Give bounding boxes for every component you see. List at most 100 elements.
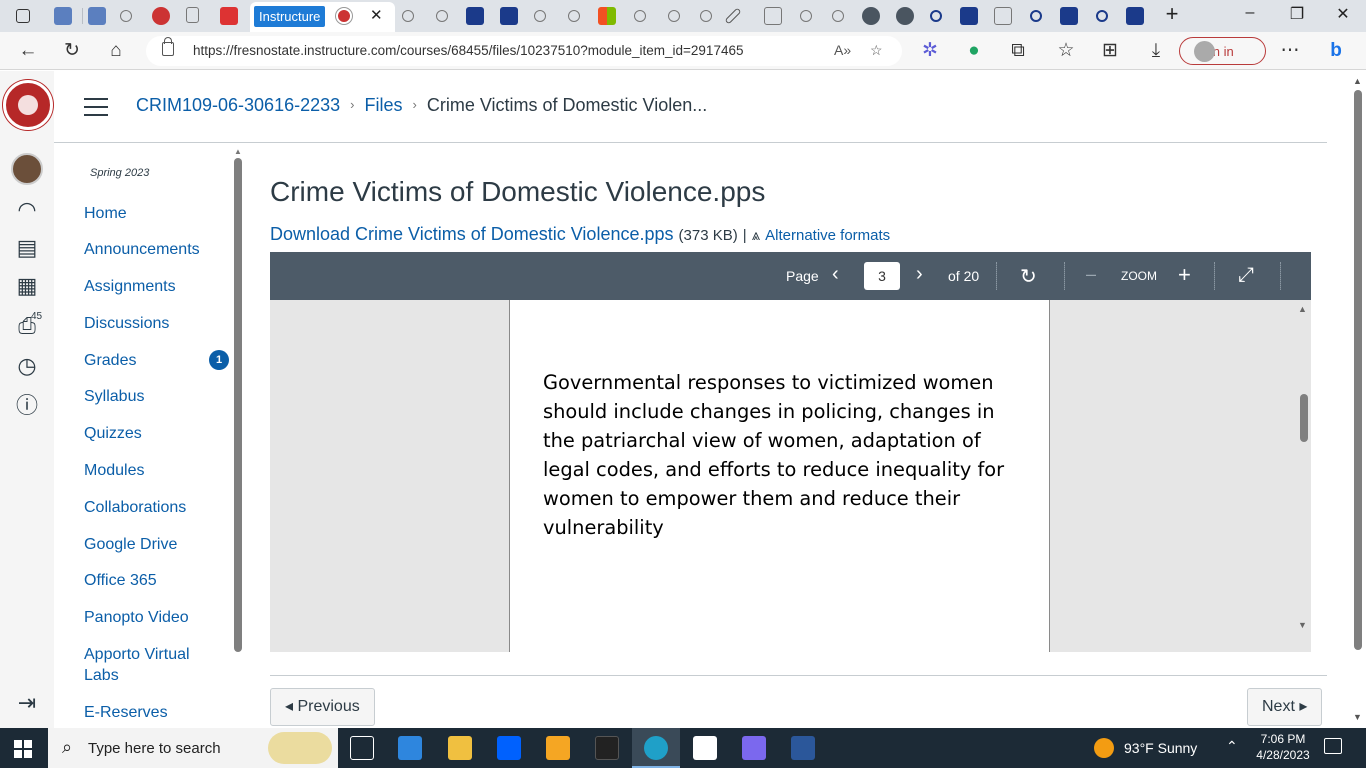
scroll-up-arrow[interactable]: ▲ — [1353, 76, 1362, 86]
viewer-scrollbar[interactable] — [1300, 310, 1308, 442]
tab-search-icon[interactable] — [402, 10, 414, 22]
refresh-icon[interactable]: ↻ — [58, 38, 86, 64]
breadcrumb-files[interactable]: Files — [364, 95, 402, 115]
edge-taskbar-button[interactable] — [632, 728, 680, 768]
new-tab-icon[interactable]: + — [1157, 1, 1187, 27]
course-nav-e-reserves[interactable]: E-Reserves — [84, 702, 224, 723]
account-avatar[interactable] — [11, 153, 43, 185]
more-menu-icon[interactable]: ⋯ — [1276, 38, 1304, 64]
app-icon[interactable] — [742, 736, 766, 760]
collapse-nav-icon[interactable]: ⇥ — [12, 688, 42, 718]
dropbox-icon[interactable] — [497, 736, 521, 760]
tab-pencil-icon[interactable] — [724, 7, 742, 25]
file-explorer-icon[interactable] — [448, 736, 472, 760]
course-nav-announcements[interactable]: Announcements — [84, 239, 224, 260]
favorites-icon[interactable]: ☆ — [1052, 38, 1080, 64]
tab-search-icon[interactable] — [930, 10, 942, 22]
courses-icon[interactable]: ▤ — [12, 233, 42, 263]
scroll-down-arrow[interactable]: ▼ — [1353, 712, 1362, 722]
clock[interactable]: 7:06 PM 4/28/2023 — [1250, 731, 1316, 763]
previous-button[interactable]: ◂ Previous — [270, 688, 375, 726]
tab-favicon[interactable] — [862, 7, 880, 25]
tab-microsoft-icon[interactable] — [598, 7, 616, 25]
tab-favicon[interactable] — [152, 7, 170, 25]
university-logo[interactable] — [3, 80, 53, 130]
zoom-in-icon[interactable]: + — [1178, 262, 1191, 288]
tab-search-icon[interactable] — [436, 10, 448, 22]
tab-search-icon[interactable] — [1096, 10, 1108, 22]
course-nav-collaborations[interactable]: Collaborations — [84, 497, 224, 518]
tab-favicon[interactable] — [500, 7, 518, 25]
url-text[interactable]: https://fresnostate.instructure.com/cour… — [193, 43, 743, 58]
collections-icon[interactable]: ⊞ — [1096, 38, 1124, 64]
close-window-icon[interactable]: ✕ — [1328, 4, 1358, 24]
weather-icon[interactable] — [1094, 738, 1114, 758]
tab-favicon[interactable] — [960, 7, 978, 25]
tab-document-icon[interactable] — [186, 7, 199, 23]
course-nav-panopto-video[interactable]: Panopto Video — [84, 607, 224, 628]
fullscreen-icon[interactable]: ⤢ — [1238, 264, 1254, 287]
home-icon[interactable]: ⌂ — [102, 38, 130, 64]
notifications-icon[interactable] — [1324, 738, 1342, 754]
back-icon[interactable]: ← — [14, 38, 42, 64]
course-nav-grades[interactable]: Grades — [84, 350, 224, 371]
dashboard-icon[interactable]: ◠ — [12, 195, 42, 225]
alternative-formats-link[interactable]: Alternative formats — [765, 227, 890, 244]
add-favorite-icon[interactable]: ☆ — [870, 42, 883, 59]
amazon-icon[interactable] — [693, 736, 717, 760]
tab-search-icon[interactable] — [668, 10, 680, 22]
calendar-icon[interactable]: ▦ — [12, 271, 42, 301]
bing-icon[interactable]: b — [1322, 38, 1350, 64]
grammarly-icon[interactable]: ● — [960, 38, 988, 64]
course-nav-modules[interactable]: Modules — [84, 460, 224, 481]
course-nav-discussions[interactable]: Discussions — [84, 313, 224, 334]
address-bar[interactable]: https://fresnostate.instructure.com/cour… — [146, 36, 902, 66]
download-link[interactable]: Download Crime Victims of Domestic Viole… — [270, 224, 674, 244]
extension-icon[interactable]: ✲ — [916, 38, 944, 64]
lock-icon[interactable] — [162, 37, 174, 56]
course-nav-scrollbar[interactable] — [234, 158, 242, 652]
tab-favicon[interactable] — [466, 7, 484, 25]
viewer-scroll-thumb[interactable] — [1300, 394, 1308, 442]
tab-favicon[interactable] — [1126, 7, 1144, 25]
course-nav-home[interactable]: Home — [84, 203, 224, 224]
previous-page-icon[interactable]: ‹ — [832, 263, 839, 286]
tab-favicon[interactable] — [1060, 7, 1078, 25]
downloads-icon[interactable]: ⤓ — [1142, 38, 1170, 64]
task-view-icon[interactable] — [350, 736, 374, 760]
tab-search-icon[interactable] — [1030, 10, 1042, 22]
scroll-down-arrow[interactable]: ▼ — [1298, 620, 1307, 630]
restore-icon[interactable]: ❐ — [1282, 4, 1312, 24]
active-tab[interactable]: Instructure ✕ — [250, 2, 395, 32]
tab-favicon[interactable] — [88, 7, 106, 25]
scroll-up-arrow[interactable]: ▲ — [234, 147, 242, 156]
hamburger-menu-icon[interactable] — [84, 98, 108, 116]
tab-search-icon[interactable] — [634, 10, 646, 22]
course-nav-syllabus[interactable]: Syllabus — [84, 386, 224, 407]
tab-actions-icon[interactable] — [16, 9, 30, 23]
read-aloud-icon[interactable]: A» — [834, 42, 851, 58]
page-scrollbar[interactable] — [1354, 90, 1362, 650]
close-tab-icon[interactable]: ✕ — [370, 6, 383, 24]
alternative-formats-icon[interactable]: ⩓ — [752, 227, 760, 244]
minimize-icon[interactable]: – — [1235, 4, 1265, 22]
windows-start-icon[interactable] — [14, 740, 32, 758]
app-icon[interactable] — [595, 736, 619, 760]
tab-search-icon[interactable] — [800, 10, 812, 22]
course-nav-google-drive[interactable]: Google Drive — [84, 534, 224, 555]
tab-search-icon[interactable] — [568, 10, 580, 22]
tab-favicon[interactable] — [896, 7, 914, 25]
sign-in-button[interactable]: Sign in — [1179, 37, 1266, 65]
next-button[interactable]: Next ▸ — [1247, 688, 1323, 726]
course-nav-quizzes[interactable]: Quizzes — [84, 423, 224, 444]
tab-search-icon[interactable] — [120, 10, 132, 22]
mail-icon[interactable] — [398, 736, 422, 760]
tab-pdf-icon[interactable] — [220, 7, 238, 25]
rotate-icon[interactable]: ↻ — [1020, 264, 1037, 289]
word-icon[interactable] — [791, 736, 815, 760]
course-nav-apporto-virtual-labs[interactable]: Apporto Virtual Labs — [84, 644, 224, 686]
next-page-icon[interactable]: › — [916, 263, 923, 286]
tray-chevron-icon[interactable]: ⌃ — [1226, 738, 1238, 755]
zoom-out-icon[interactable]: – — [1086, 264, 1096, 285]
tab-search-icon[interactable] — [832, 10, 844, 22]
